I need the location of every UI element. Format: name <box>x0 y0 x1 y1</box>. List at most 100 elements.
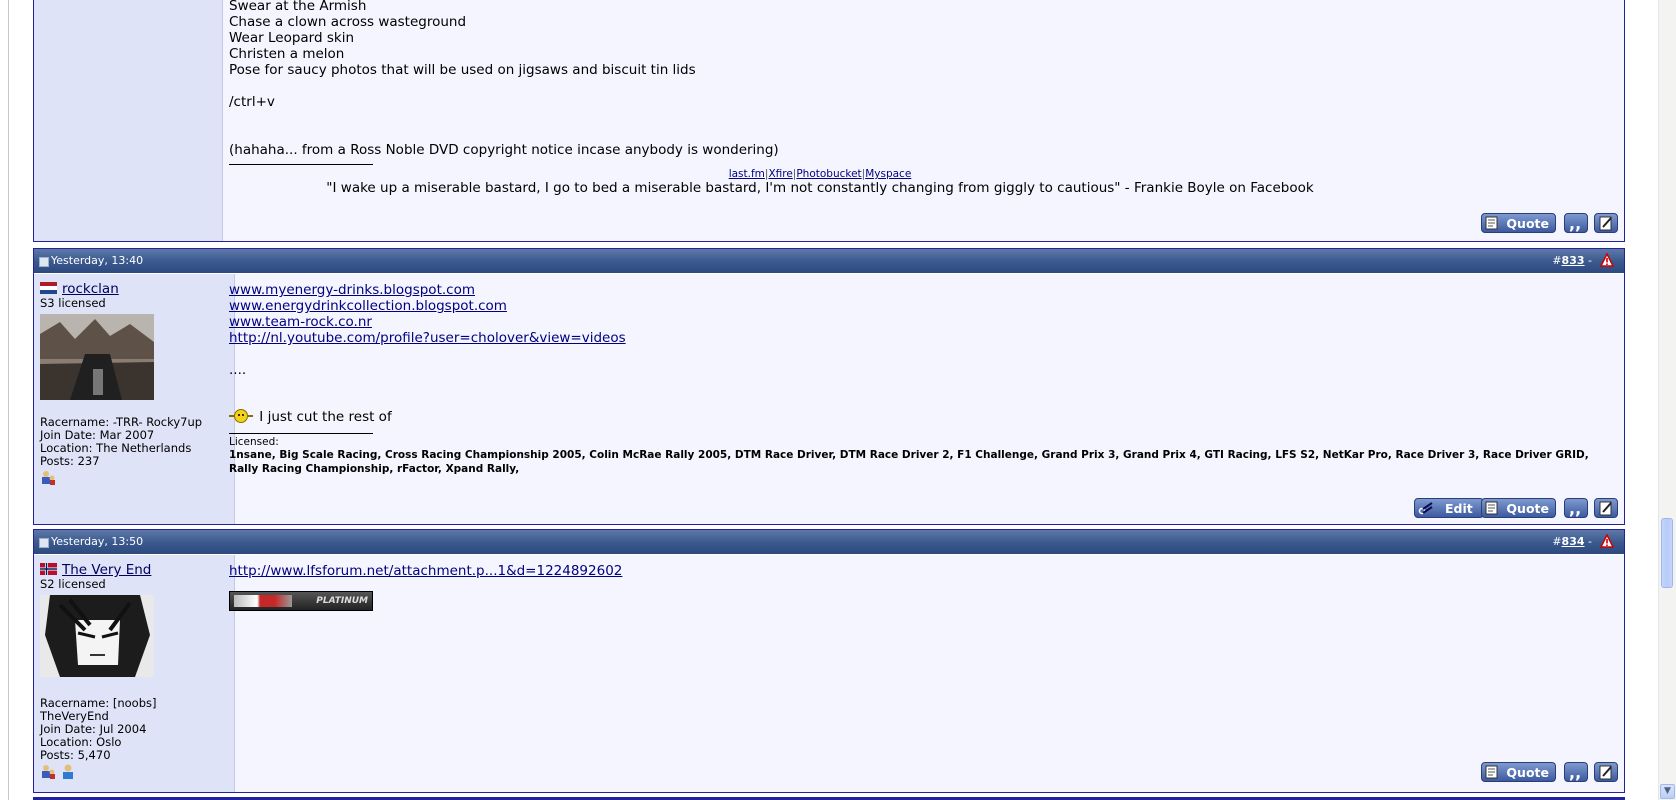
attachment-link[interactable]: http://www.lfsforum.net/attachment.p...1… <box>229 563 622 579</box>
post-date: Yesterday, 13:40 <box>51 254 144 267</box>
post-link[interactable]: www.myenergy-drinks.blogspot.com <box>229 282 475 298</box>
user-status-icon <box>42 471 55 485</box>
sig-link-lastfm[interactable]: last.fm <box>729 168 765 180</box>
post-834-userinfo: The Very End S2 licensed Racername: [noo… <box>34 555 235 792</box>
quick-reply-button[interactable] <box>1594 213 1618 233</box>
user-avatar[interactable] <box>40 314 154 400</box>
post-number-dash: - <box>1588 535 1592 548</box>
quote-button[interactable]: Quote <box>1481 498 1556 518</box>
user-posts: Posts: 237 <box>40 454 100 468</box>
post-834: Yesterday, 13:50 #834 - The Very End S2 … <box>33 529 1625 793</box>
post-number-link[interactable]: 833 <box>1562 254 1585 267</box>
licensed-label: Licensed: <box>229 436 279 448</box>
edit-button-label: Edit <box>1445 501 1473 516</box>
post-number: #833 - <box>1552 254 1592 267</box>
quote-icon <box>1485 216 1498 230</box>
post-832-message: Swear at the Armish Chase a clown across… <box>229 0 1620 241</box>
post-832-ctrlv: /ctrl+v <box>229 94 275 110</box>
post-cut-text: I just cut the rest of <box>259 409 392 425</box>
post-832-note: (hahaha... from a Ross Noble DVD copyrig… <box>229 142 779 158</box>
post-832-line: Swear at the Armish <box>229 0 367 14</box>
user-status-icon <box>42 765 55 779</box>
svg-text:,,: ,, <box>1569 499 1581 517</box>
post-833-header: Yesterday, 13:40 #833 - <box>34 249 1624 274</box>
quick-reply-button[interactable] <box>1594 762 1618 782</box>
multiquote-icon: ,, <box>1569 214 1581 233</box>
smiley-icon <box>229 409 253 423</box>
user-avatar[interactable] <box>40 595 154 677</box>
user-racername: Racername: [noobs] TheVeryEnd <box>40 696 157 723</box>
sig-quote: "I wake up a miserable bastard, I go to … <box>326 180 1314 196</box>
post-date-icon <box>39 257 49 267</box>
post-833: Yesterday, 13:40 #833 - rockclan S3 lice… <box>33 248 1625 525</box>
quote-button[interactable]: Quote <box>1481 213 1556 233</box>
edit-scissors-icon <box>1418 502 1433 515</box>
post-834-header: Yesterday, 13:50 #834 - <box>34 530 1624 555</box>
post-832: Swear at the Armish Chase a clown across… <box>33 0 1625 242</box>
quote-button[interactable]: Quote <box>1481 762 1556 782</box>
platinum-banner: PLATINUM <box>229 591 373 611</box>
user-status-icon <box>62 764 73 779</box>
multiquote-icon: ,, <box>1569 499 1581 518</box>
vertical-scrollbar[interactable]: ▼ <box>1658 0 1676 800</box>
page-left-border <box>8 0 9 800</box>
post-number-dash: - <box>1588 254 1592 267</box>
norway-flag-icon <box>40 563 57 575</box>
user-status-icons <box>40 763 228 782</box>
post-dots: .... <box>229 362 247 378</box>
multiquote-button[interactable]: ,, <box>1564 498 1588 518</box>
quote-button-label: Quote <box>1506 765 1549 780</box>
post-date-icon <box>39 538 49 548</box>
post-833-userinfo: rockclan S3 licensed Racername: -TRR- Ro… <box>34 274 235 524</box>
post-link[interactable]: http://nl.youtube.com/profile?user=cholo… <box>229 330 626 346</box>
post-832-line: Christen a melon <box>229 46 345 62</box>
quick-reply-icon <box>1599 765 1612 780</box>
user-license: S3 licensed <box>40 296 106 310</box>
quote-icon <box>1485 501 1498 515</box>
report-post-icon[interactable] <box>1600 534 1614 548</box>
post-832-sidebar <box>34 0 223 241</box>
post-number-link[interactable]: 834 <box>1562 535 1585 548</box>
quote-icon <box>1485 765 1498 779</box>
post-number-hash: # <box>1552 535 1562 548</box>
post-link[interactable]: www.energydrinkcollection.blogspot.com <box>229 298 507 314</box>
post-832-signature: last.fm|Xfire|Photobucket|Myspace "I wak… <box>229 167 1411 196</box>
signature-divider <box>229 433 373 434</box>
username-link[interactable]: rockclan <box>62 281 119 297</box>
post-834-message: http://www.lfsforum.net/attachment.p...1… <box>229 555 1620 792</box>
sig-link-myspace[interactable]: Myspace <box>865 168 911 180</box>
sig-link-photobucket[interactable]: Photobucket <box>796 168 861 180</box>
quote-button-label: Quote <box>1506 216 1549 231</box>
post-date: Yesterday, 13:50 <box>51 535 144 548</box>
multiquote-button[interactable]: ,, <box>1564 762 1588 782</box>
user-posts: Posts: 5,470 <box>40 748 111 762</box>
post-number-hash: # <box>1552 254 1562 267</box>
quick-reply-button[interactable] <box>1594 498 1618 518</box>
post-number: #834 - <box>1552 535 1592 548</box>
report-post-icon[interactable] <box>1600 253 1614 267</box>
quick-reply-icon <box>1599 216 1612 231</box>
scroll-down-arrow-icon[interactable]: ▼ <box>1660 784 1675 799</box>
user-license: S2 licensed <box>40 577 106 591</box>
multiquote-button[interactable]: ,, <box>1564 213 1588 233</box>
post-832-line: Pose for saucy photos that will be used … <box>229 62 696 78</box>
licensed-games: 1nsane, Big Scale Racing, Cross Racing C… <box>229 449 1589 475</box>
sig-link-xfire[interactable]: Xfire <box>768 168 792 180</box>
forum-page: Swear at the Armish Chase a clown across… <box>0 0 1659 800</box>
edit-button[interactable]: Edit <box>1414 498 1484 518</box>
scrollbar-thumb[interactable] <box>1661 518 1673 588</box>
quick-reply-icon <box>1599 501 1612 516</box>
post-833-message: www.myenergy-drinks.blogspot.com www.ene… <box>229 274 1620 524</box>
post-cut-line: I just cut the rest of <box>229 408 1620 425</box>
quote-button-label: Quote <box>1506 501 1549 516</box>
multiquote-icon: ,, <box>1569 763 1581 782</box>
banner-text: PLATINUM <box>316 596 368 606</box>
signature-divider <box>229 164 373 165</box>
banner-logo <box>234 595 292 607</box>
post-link[interactable]: www.team-rock.co.nr <box>229 314 372 330</box>
netherlands-flag-icon <box>40 282 57 294</box>
svg-text:,,: ,, <box>1569 214 1581 232</box>
post-832-line: Wear Leopard skin <box>229 30 355 46</box>
svg-text:,,: ,, <box>1569 763 1581 781</box>
username-link[interactable]: The Very End <box>62 562 151 578</box>
